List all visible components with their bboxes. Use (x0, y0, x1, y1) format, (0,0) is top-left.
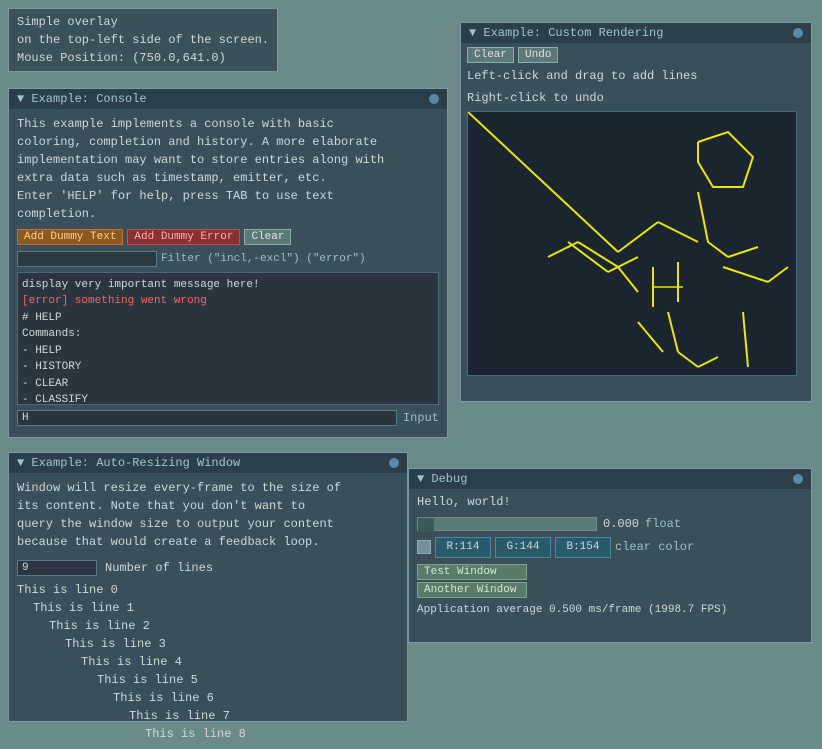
log-entry: # HELP (22, 310, 434, 327)
list-item: This is line 6 (17, 689, 399, 707)
debug-title-text: ▼ Debug (417, 472, 467, 486)
add-dummy-text-button[interactable]: Add Dummy Text (17, 229, 123, 245)
overlay-panel: Simple overlay on the top-left side of t… (8, 8, 278, 72)
lines-container: This is line 0 This is line 1 This is li… (17, 581, 399, 743)
list-item: This is line 0 (17, 581, 399, 599)
rendering-canvas[interactable] (467, 111, 797, 376)
overlay-line1: Simple overlay (17, 13, 269, 31)
num-lines-label: Number of lines (105, 559, 213, 577)
overlay-mouse-pos: Mouse Position: (750.0,641.0) (17, 49, 269, 67)
color-swatch (417, 540, 431, 554)
rendering-info-line2: Right-click to undo (467, 89, 805, 107)
number-input-row: Number of lines (17, 559, 399, 577)
float-row: 0.000 float (417, 515, 803, 533)
overlay-line2: on the top-left side of the screen. (17, 31, 269, 49)
rendering-undo-button[interactable]: Undo (518, 47, 558, 63)
console-input-field[interactable] (17, 410, 397, 426)
rendering-title-bar: ▼ Example: Custom Rendering (461, 23, 811, 43)
debug-content: Hello, world! 0.000 float R:114 G:144 B:… (409, 489, 811, 622)
log-entry: - CLASSIFY (22, 392, 434, 405)
another-window-button[interactable]: Another Window (417, 582, 527, 598)
rendering-clear-button[interactable]: Clear (467, 47, 514, 63)
list-item: This is line 8 (17, 725, 399, 743)
rendering-content: Clear Undo Left-click and drag to add li… (461, 43, 811, 380)
add-dummy-error-button[interactable]: Add Dummy Error (127, 229, 240, 245)
num-lines-input[interactable] (17, 560, 97, 576)
log-entry: Commands: (22, 326, 434, 343)
rendering-title-text: ▼ Example: Custom Rendering (469, 26, 663, 40)
debug-title-bar: ▼ Debug (409, 469, 811, 489)
console-circle-decoration (429, 94, 439, 104)
console-window: ▼ Example: Console This example implemen… (8, 88, 448, 438)
g-value: G:144 (495, 537, 551, 558)
log-entry: - CLEAR (22, 376, 434, 393)
float-value: 0.000 (603, 515, 639, 533)
console-clear-button[interactable]: Clear (244, 229, 291, 245)
debug-circle-decoration (793, 474, 803, 484)
autoresize-title-bar: ▼ Example: Auto-Resizing Window (9, 453, 407, 473)
b-value: B:154 (555, 537, 611, 558)
console-title-text: ▼ Example: Console (17, 92, 147, 106)
float-slider-thumb (418, 518, 434, 532)
r-value: R:114 (435, 537, 491, 558)
list-item: This is line 3 (17, 635, 399, 653)
filter-bar: Filter ("incl,-excl") ("error") (17, 251, 439, 268)
console-title-bar: ▼ Example: Console (9, 89, 447, 109)
rendering-circle-decoration (793, 28, 803, 38)
fps-text: Application average 0.500 ms/frame (1998… (417, 602, 803, 619)
console-content: This example implements a console with b… (9, 109, 447, 433)
debug-buttons-group: Test Window Another Window (417, 564, 803, 598)
debug-window: ▼ Debug Hello, world! 0.000 float R:114 … (408, 468, 812, 643)
debug-hello-text: Hello, world! (417, 493, 803, 511)
autoresize-title-text: ▼ Example: Auto-Resizing Window (17, 456, 240, 470)
log-entry: display very important message here! (22, 277, 434, 294)
list-item: This is line 2 (17, 617, 399, 635)
console-log[interactable]: display very important message here! [er… (17, 272, 439, 406)
clear-color-label: clear color (615, 538, 694, 556)
console-description: This example implements a console with b… (17, 115, 439, 223)
filter-label: Filter ("incl,-excl") ("error") (161, 251, 366, 268)
log-entry: - HELP (22, 343, 434, 360)
log-entry: - HISTORY (22, 359, 434, 376)
test-window-button[interactable]: Test Window (417, 564, 527, 580)
rendering-buttons-bar: Clear Undo (467, 47, 805, 63)
float-slider[interactable] (417, 517, 597, 531)
log-entry: [error] something went wrong (22, 293, 434, 310)
color-row: R:114 G:144 B:154 clear color (417, 537, 803, 558)
rendering-window: ▼ Example: Custom Rendering Clear Undo L… (460, 22, 812, 402)
filter-input[interactable] (17, 251, 157, 267)
list-item: This is line 5 (17, 671, 399, 689)
input-label: Input (403, 409, 439, 427)
autoresize-content: Window will resize every-frame to the si… (9, 473, 407, 749)
list-item: This is line 7 (17, 707, 399, 725)
rendering-info-line1: Left-click and drag to add lines (467, 67, 805, 85)
list-item: This is line 1 (17, 599, 399, 617)
autoresize-window: ▼ Example: Auto-Resizing Window Window w… (8, 452, 408, 722)
drawing-canvas-svg (468, 112, 797, 376)
input-bar: Input (17, 409, 439, 427)
console-buttons-bar: Add Dummy Text Add Dummy Error Clear (17, 229, 439, 245)
autoresize-description: Window will resize every-frame to the si… (17, 479, 399, 551)
autoresize-circle-decoration (389, 458, 399, 468)
float-label: float (645, 515, 681, 533)
list-item: This is line 4 (17, 653, 399, 671)
